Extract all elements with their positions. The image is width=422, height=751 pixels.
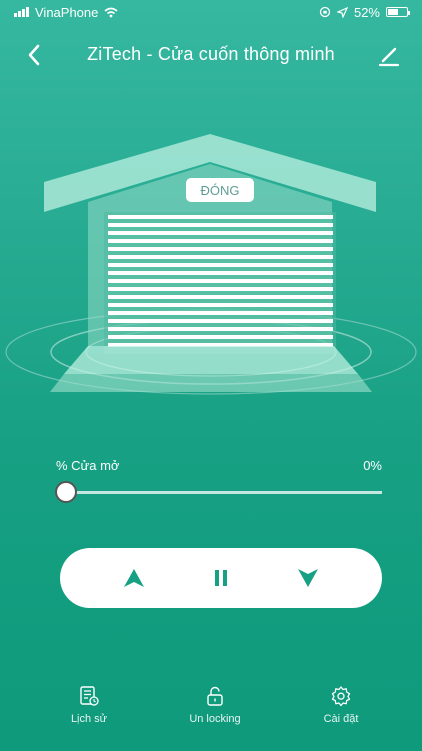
pause-button[interactable] — [204, 561, 238, 595]
wifi-icon — [104, 7, 118, 17]
edit-button[interactable] — [376, 42, 402, 68]
back-button[interactable] — [22, 42, 48, 68]
garage-illustration: ĐÓNG — [0, 120, 422, 410]
slider-track[interactable] — [54, 481, 382, 503]
slider-label: % Cửa mở — [56, 458, 120, 473]
history-icon — [80, 686, 99, 706]
door-status-label: ĐÓNG — [186, 178, 254, 202]
arrow-up-icon — [123, 569, 144, 587]
page-title: ZiTech - Cửa cuốn thông minh — [87, 43, 335, 64]
status-left: VinaPhone — [14, 5, 118, 20]
settings-icon — [331, 686, 351, 707]
battery-icon — [386, 7, 410, 17]
close-down-button[interactable] — [291, 561, 325, 595]
tab-settings-label: Cài đặt — [323, 713, 359, 725]
bottom-nav: Lịch sử Un locking Cài đặt — [0, 685, 422, 745]
carrier-name: VinaPhone — [35, 4, 99, 20]
tab-history[interactable]: Lịch sử — [44, 685, 134, 745]
signal-icon — [14, 7, 29, 17]
arrow-down-icon — [298, 569, 319, 587]
pause-icon — [214, 570, 227, 586]
tab-history-label: Lịch sử — [70, 713, 108, 725]
tab-unlocking[interactable]: Un locking — [170, 685, 260, 745]
open-up-button[interactable] — [117, 561, 151, 595]
slider-header: % Cửa mở 0% — [56, 458, 382, 473]
battery-percent: 52% — [353, 4, 380, 20]
status-bar: VinaPhone 52% — [0, 0, 422, 24]
tab-unlocking-label: Un locking — [189, 713, 241, 725]
location-icon — [336, 6, 348, 18]
door-controls — [60, 548, 382, 608]
door-open-slider: % Cửa mở 0% — [54, 458, 382, 503]
nav-bar: ZiTech - Cửa cuốn thông minh — [0, 34, 422, 74]
tab-settings[interactable]: Cài đặt — [296, 685, 386, 745]
orientation-lock-icon — [319, 6, 331, 18]
slider-value: 0% — [363, 458, 382, 473]
unlock-icon — [207, 686, 223, 706]
status-right: 52% — [319, 4, 410, 20]
garage-graphic — [5, 134, 417, 395]
slider-thumb[interactable] — [54, 481, 77, 503]
garage-door-slats — [108, 215, 333, 347]
